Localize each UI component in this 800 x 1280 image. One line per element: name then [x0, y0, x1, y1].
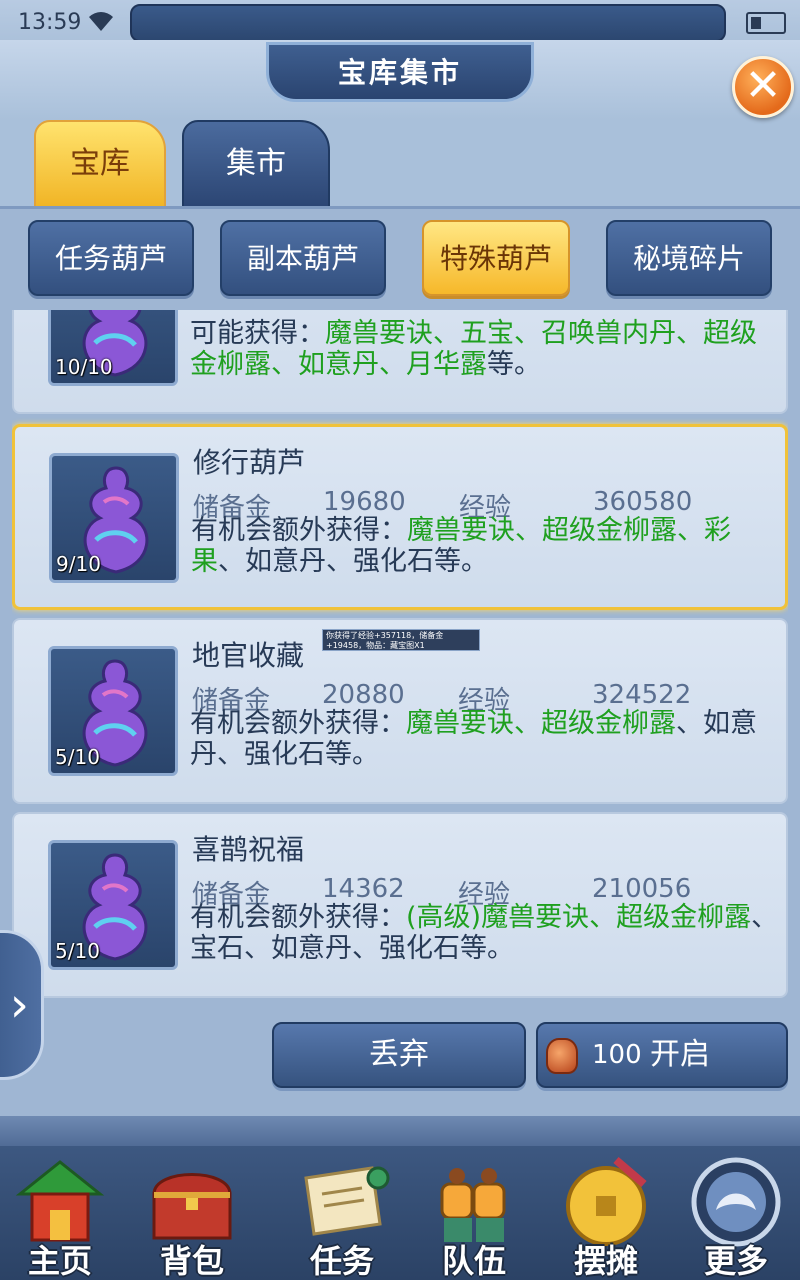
- subtab-special-gourd[interactable]: 特殊葫芦: [422, 220, 570, 296]
- item-list[interactable]: 10/10 可能获得：魔兽要诀、五宝、召唤兽内丹、超级金柳露、如意丹、月华露等。…: [12, 310, 788, 1010]
- expand-arrow-button[interactable]: ›: [0, 930, 44, 1080]
- nav-bag[interactable]: 背包: [132, 1150, 252, 1280]
- gourd-icon: 9/10: [49, 453, 179, 583]
- item-description: 有机会额外获得：(高级)魔兽要诀、超级金柳露、宝石、如意丹、强化石等。: [190, 902, 779, 964]
- gourd-icon: 10/10: [48, 310, 178, 386]
- nav-team[interactable]: 队伍: [414, 1150, 534, 1280]
- bottom-divider: [0, 1116, 800, 1146]
- item-name: 喜鹊祝福: [192, 833, 305, 866]
- tab-market[interactable]: 集市: [182, 120, 330, 208]
- item-description: 有机会额外获得：魔兽要诀、超级金柳露、彩果、如意丹、强化石等。: [191, 515, 731, 577]
- item-count: 10/10: [55, 355, 113, 379]
- nav-more[interactable]: 更多: [676, 1150, 796, 1280]
- item-description: 有机会额外获得：魔兽要诀、超级金柳露、如意丹、强化石等。: [190, 708, 757, 770]
- nav-home[interactable]: 主页: [0, 1150, 120, 1280]
- list-item-selected[interactable]: 9/10 修行葫芦 储备金 19680 经验 360580 有机会额外获得：魔兽…: [12, 424, 788, 610]
- battery-icon: [746, 12, 786, 34]
- subtab-task-gourd[interactable]: 任务葫芦: [28, 220, 194, 296]
- subtab-secret-fragment[interactable]: 秘境碎片: [606, 220, 772, 296]
- status-time: 13:59: [18, 10, 82, 35]
- jar-icon: [546, 1038, 578, 1074]
- top-bar: [130, 4, 726, 42]
- item-count: 5/10: [55, 939, 100, 963]
- gourd-icon: 5/10: [48, 646, 178, 776]
- open-label: 开启: [650, 1037, 710, 1072]
- reward-tooltip: 你获得了经验+357118，储备金+19458，物品：藏宝图X1: [322, 629, 480, 651]
- item-name: 地官收藏: [192, 639, 305, 672]
- nav-stall[interactable]: 摆摊: [546, 1150, 666, 1280]
- item-count: 9/10: [56, 552, 101, 576]
- open-button[interactable]: 100 开启: [536, 1022, 788, 1088]
- open-cost: 100: [592, 1040, 642, 1070]
- wifi-icon: [89, 12, 113, 32]
- list-item[interactable]: 5/10 喜鹊祝福 储备金 14362 经验 210056 有机会额外获得：(高…: [12, 812, 788, 998]
- nav-tasks[interactable]: 任务: [282, 1150, 402, 1280]
- item-count: 5/10: [55, 745, 100, 769]
- list-item[interactable]: 10/10 可能获得：魔兽要诀、五宝、召唤兽内丹、超级金柳露、如意丹、月华露等。: [12, 310, 788, 414]
- gourd-icon: 5/10: [48, 840, 178, 970]
- item-description: 可能获得：魔兽要诀、五宝、召唤兽内丹、超级金柳露、如意丹、月华露等。: [190, 318, 757, 380]
- window-title: 宝库集市: [266, 42, 534, 102]
- tab-treasury[interactable]: 宝库: [34, 120, 166, 208]
- close-button[interactable]: ✕: [732, 56, 794, 118]
- subtab-dungeon-gourd[interactable]: 副本葫芦: [220, 220, 386, 296]
- item-name: 修行葫芦: [193, 446, 306, 479]
- discard-button[interactable]: 丢弃: [272, 1022, 526, 1088]
